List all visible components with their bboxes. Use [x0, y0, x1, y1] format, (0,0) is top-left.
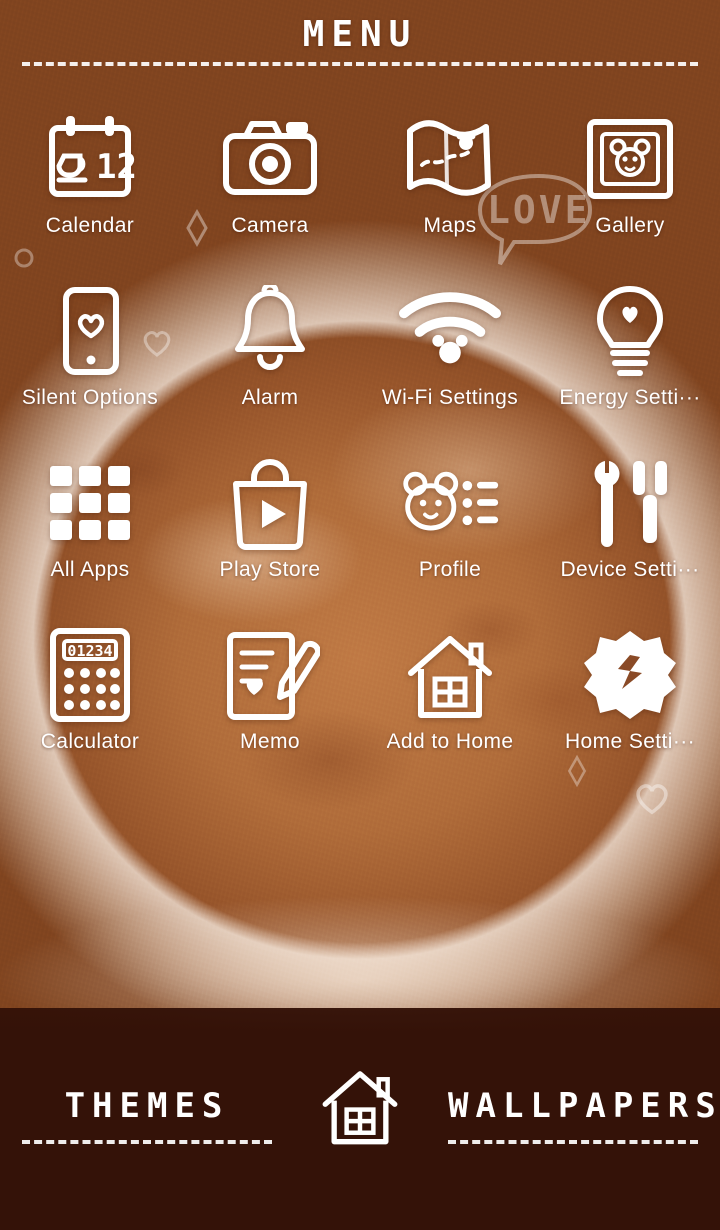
app-item-maps[interactable]: Maps [360, 96, 540, 268]
memo-pencil-icon [218, 626, 322, 724]
header-divider [22, 62, 698, 66]
wallpapers-label: WALLPAPERS [448, 1086, 720, 1126]
app-item-alarm[interactable]: Alarm [180, 268, 360, 440]
house-icon [398, 626, 502, 724]
app-label: Add to Home [386, 730, 514, 753]
bear-profile-icon [398, 454, 502, 552]
app-item-play-store[interactable]: Play Store [180, 440, 360, 612]
map-icon [398, 110, 502, 208]
app-item-calendar[interactable]: 12 Calendar [0, 96, 180, 268]
gear-icon [578, 626, 682, 724]
app-label: Wi-Fi Settings [381, 386, 519, 409]
app-item-calculator[interactable]: 01234 Calculator [0, 612, 180, 784]
app-label: Calculator [40, 730, 140, 753]
app-label: Profile [418, 558, 482, 581]
themes-button[interactable]: THEMES [22, 1086, 272, 1144]
app-label: Play Store [219, 558, 321, 581]
app-label: Calendar [45, 214, 135, 237]
app-item-wifi-settings[interactable]: Wi-Fi Settings [360, 268, 540, 440]
gallery-icon [578, 110, 682, 208]
themes-underline [22, 1140, 272, 1144]
grid-apps-icon [38, 454, 142, 552]
app-item-camera[interactable]: Camera [180, 96, 360, 268]
wallpapers-button[interactable]: WALLPAPERS [448, 1086, 720, 1144]
app-label: Gallery [595, 214, 665, 237]
app-label: Home Setti··· [564, 730, 696, 753]
app-label: Device Setti··· [560, 558, 700, 581]
camera-icon [218, 110, 322, 208]
app-item-energy-settings[interactable]: Energy Setti··· [540, 268, 720, 440]
play-store-icon [218, 454, 322, 552]
calculator-icon: 01234 [38, 626, 142, 724]
themes-label: THEMES [64, 1086, 230, 1126]
app-item-add-to-home[interactable]: Add to Home [360, 612, 540, 784]
app-label: Energy Setti··· [559, 386, 701, 409]
app-label: Silent Options [21, 386, 159, 409]
bottom-bar: THEMES WALLPAPERS [0, 1008, 720, 1230]
app-label: Alarm [241, 386, 299, 409]
bell-icon [218, 282, 322, 380]
app-item-memo[interactable]: Memo [180, 612, 360, 784]
app-label: Maps [423, 214, 477, 237]
app-label: Camera [231, 214, 309, 237]
app-item-gallery[interactable]: Gallery [540, 96, 720, 268]
home-icon [317, 1065, 403, 1152]
lightbulb-icon [578, 282, 682, 380]
app-item-profile[interactable]: Profile [360, 440, 540, 612]
svg-text:12: 12 [96, 147, 137, 187]
app-item-device-settings[interactable]: Device Setti··· [540, 440, 720, 612]
app-grid: 12 Calendar Camera Maps Gallery Silent O… [0, 96, 720, 784]
app-label: All Apps [50, 558, 130, 581]
app-item-all-apps[interactable]: All Apps [0, 440, 180, 612]
app-item-silent-options[interactable]: Silent Options [0, 268, 180, 440]
svg-text:01234: 01234 [67, 642, 112, 660]
wallpapers-underline [448, 1140, 698, 1144]
calendar-icon: 12 [38, 110, 142, 208]
header: MENU [0, 0, 720, 74]
home-button[interactable] [300, 1065, 420, 1152]
wifi-icon [398, 282, 502, 380]
app-label: Memo [240, 730, 300, 753]
phone-heart-icon [38, 282, 142, 380]
app-item-home-settings[interactable]: Home Setti··· [540, 612, 720, 784]
tools-icon [578, 454, 682, 552]
page-title: MENU [302, 14, 418, 55]
